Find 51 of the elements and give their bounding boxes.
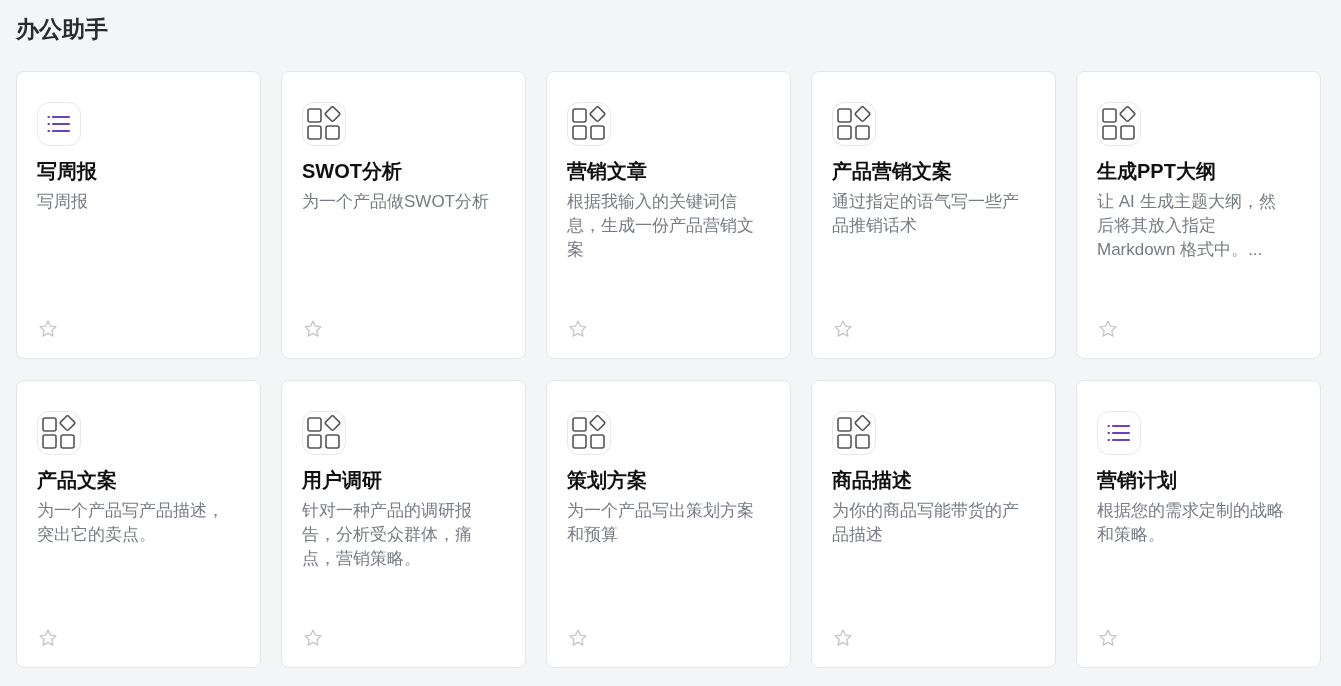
favorite-star-icon[interactable] [37,627,59,649]
card-title: 商品描述 [832,468,913,493]
card-description: 针对一种产品的调研报告，分析受众群体，痛点，营销策略。 [302,500,473,570]
favorite-star-icon[interactable] [567,318,589,340]
list-icon [37,102,81,146]
shapes-icon [302,102,346,146]
shapes-icon [567,411,611,455]
assistant-card[interactable]: 营销文章 根据我输入的关键词信息，生成一份产品营销文案 [546,71,791,359]
card-description: 根据我输入的关键词信息，生成一份产品营销文案 [567,191,755,261]
card-title: 产品文案 [37,468,118,493]
card-description: 写周报 [37,191,89,213]
favorite-star-icon[interactable] [1097,627,1119,649]
card-title: 营销文章 [567,159,648,184]
shapes-icon [37,411,81,455]
card-title: 营销计划 [1097,468,1178,493]
card-description: 为一个产品写出策划方案和预算 [567,500,755,546]
card-title: 写周报 [37,159,98,184]
assistant-card[interactable]: 产品文案 为一个产品写产品描述，突出它的卖点。 [16,380,261,668]
card-title: SWOT分析 [302,159,403,184]
assistant-card[interactable]: 生成PPT大纲 让 AI 生成主题大纲，然后将其放入指定 Markdown 格式中。... [1076,71,1321,359]
card-description: 根据您的需求定制的战略和策略。 [1097,500,1285,546]
assistant-card[interactable]: SWOT分析 为一个产品做SWOT分析 [281,71,526,359]
favorite-star-icon[interactable] [832,627,854,649]
favorite-star-icon[interactable] [1097,318,1119,340]
assistant-card[interactable]: 营销计划 根据您的需求定制的战略和策略。 [1076,380,1321,668]
favorite-star-icon[interactable] [567,627,589,649]
card-title: 生成PPT大纲 [1097,159,1217,184]
assistant-card[interactable]: 策划方案 为一个产品写出策划方案和预算 [546,380,791,668]
shapes-icon [567,102,611,146]
page-title: 办公助手 [16,15,109,44]
card-description: 为一个产品做SWOT分析 [302,191,490,213]
card-description: 通过指定的语气写一些产品推销话术 [832,191,1020,237]
card-description: 让 AI 生成主题大纲，然后将其放入指定 Markdown 格式中。... [1097,191,1277,261]
favorite-star-icon[interactable] [37,318,59,340]
shapes-icon [302,411,346,455]
favorite-star-icon[interactable] [832,318,854,340]
card-title: 用户调研 [302,468,383,493]
assistant-card[interactable]: 商品描述 为你的商品写能带货的产品描述 [811,380,1056,668]
card-title: 产品营销文案 [832,159,953,184]
assistant-card[interactable]: 写周报 写周报 [16,71,261,359]
assistant-card[interactable]: 用户调研 针对一种产品的调研报告，分析受众群体，痛点，营销策略。 [281,380,526,668]
shapes-icon [1097,102,1141,146]
card-description: 为一个产品写产品描述，突出它的卖点。 [37,500,225,546]
shapes-icon [832,411,876,455]
card-title: 策划方案 [567,468,648,493]
shapes-icon [832,102,876,146]
assistant-card[interactable]: 产品营销文案 通过指定的语气写一些产品推销话术 [811,71,1056,359]
favorite-star-icon[interactable] [302,627,324,649]
favorite-star-icon[interactable] [302,318,324,340]
list-icon [1097,411,1141,455]
card-description: 为你的商品写能带货的产品描述 [832,500,1020,546]
